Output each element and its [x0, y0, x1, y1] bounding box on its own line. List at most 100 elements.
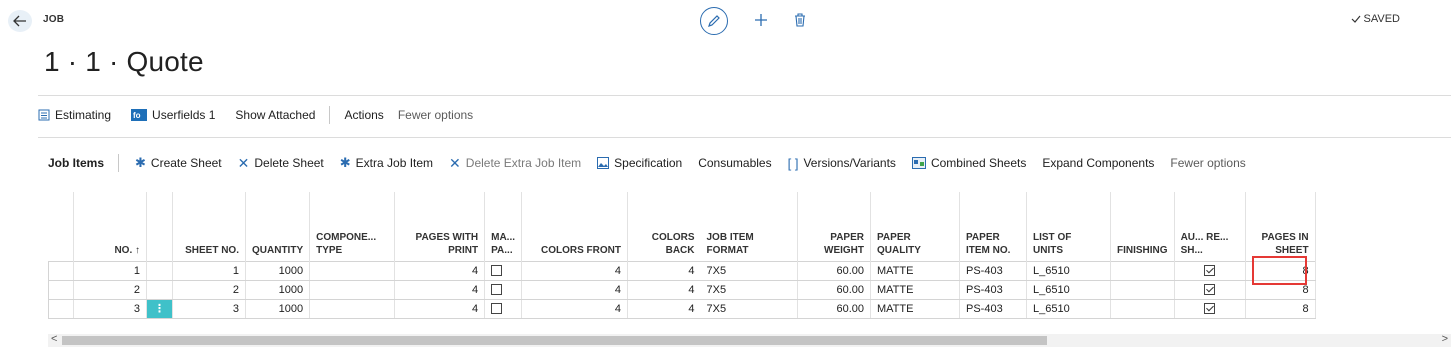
column-header-finishing[interactable]: FINISHING	[1110, 192, 1175, 261]
show-attached-button[interactable]: Show Attached	[225, 108, 325, 122]
cell-colors-back[interactable]: 4	[627, 260, 701, 281]
column-header-list-of-units[interactable]: LIST OF UNITS	[1026, 192, 1111, 261]
row-selector[interactable]	[48, 299, 74, 319]
column-header-pages-in-sheet[interactable]: PAGES IN SHEET	[1245, 192, 1316, 261]
scroll-left-icon[interactable]: <	[51, 333, 57, 345]
cell-quantity[interactable]: 1000	[245, 280, 311, 300]
column-header-sheet-no[interactable]: SHEET NO.	[172, 192, 246, 261]
cell-colors-front[interactable]: 4	[521, 299, 628, 319]
edit-button[interactable]	[700, 7, 728, 35]
cell-paper-weight[interactable]: 60.00	[797, 280, 871, 300]
cell-job-item-format[interactable]: 7X5	[700, 280, 798, 300]
manual-paper-checkbox[interactable]	[491, 265, 503, 277]
cell-manual-paper[interactable]	[484, 299, 522, 319]
column-header-quantity[interactable]: QUANTITY	[245, 192, 311, 261]
column-header-colors-front[interactable]: COLORS FRONT	[521, 192, 628, 261]
cell-pages-in-sheet[interactable]: 8	[1245, 299, 1316, 319]
fewer-options-button[interactable]: Fewer options	[1162, 156, 1253, 170]
cell-paper-weight[interactable]: 60.00	[797, 299, 871, 319]
scrollbar-thumb[interactable]	[62, 336, 1047, 345]
auto-re-sheet-checkbox[interactable]	[1204, 284, 1216, 296]
specification-button[interactable]: Specification	[589, 156, 690, 170]
column-header-component-type[interactable]: COMPONE... TYPE	[309, 192, 396, 261]
cell-component-type[interactable]	[309, 280, 396, 300]
expand-components-button[interactable]: Expand Components	[1034, 156, 1162, 170]
delete-extra-job-item-button[interactable]: ✕ Delete Extra Job Item	[441, 155, 589, 172]
extra-job-item-button[interactable]: ✱ Extra Job Item	[332, 155, 441, 171]
cell-quantity[interactable]: 1000	[245, 260, 311, 281]
cell-auto-re-sheet[interactable]	[1174, 299, 1246, 319]
cell-colors-front[interactable]: 4	[521, 260, 628, 281]
row-menu-button[interactable]: ⋮	[146, 299, 173, 319]
cell-sheet-no[interactable]: 2	[172, 280, 246, 300]
cell-finishing[interactable]	[1110, 280, 1175, 300]
table-row[interactable]: 3 ⋮ 3 1000 4 4 4 7X5 60.00 MATTE PS-403 …	[48, 299, 1316, 319]
cell-job-item-format[interactable]: 7X5	[700, 299, 798, 319]
new-button[interactable]	[754, 13, 768, 30]
manual-paper-checkbox[interactable]	[491, 284, 503, 296]
cell-finishing[interactable]	[1110, 299, 1175, 319]
cell-sheet-no[interactable]: 1	[172, 260, 246, 281]
create-sheet-button[interactable]: ✱ Create Sheet	[123, 155, 230, 171]
cell-list-of-units[interactable]: L_6510	[1026, 260, 1111, 281]
auto-re-sheet-checkbox[interactable]	[1204, 265, 1216, 277]
cell-sheet-no[interactable]: 3	[172, 299, 246, 319]
cell-colors-front[interactable]: 4	[521, 280, 628, 300]
cell-pages-with-print[interactable]: 4	[394, 260, 486, 281]
row-menu-cell[interactable]	[146, 260, 173, 281]
column-header-paper-quality[interactable]: PAPER QUALITY	[870, 192, 960, 261]
column-header-manual-paper[interactable]: MA... PA...	[484, 192, 522, 261]
table-row[interactable]: 1 1 1000 4 4 4 7X5 60.00 MATTE PS-403 L_…	[48, 260, 1316, 281]
cell-pages-with-print[interactable]: 4	[394, 299, 486, 319]
cell-paper-quality[interactable]: MATTE	[870, 280, 960, 300]
column-header-colors-back[interactable]: COLORS BACK	[628, 192, 701, 261]
auto-re-sheet-checkbox[interactable]	[1204, 303, 1216, 315]
cell-paper-quality[interactable]: MATTE	[870, 260, 960, 281]
cell-paper-weight[interactable]: 60.00	[797, 260, 871, 281]
column-header-paper-weight[interactable]: PAPER WEIGHT	[797, 192, 871, 261]
cell-manual-paper[interactable]	[484, 260, 522, 281]
cell-no[interactable]: 2	[73, 280, 147, 300]
cell-list-of-units[interactable]: L_6510	[1026, 299, 1111, 319]
cell-paper-item-no[interactable]: PS-403	[959, 260, 1027, 281]
cell-auto-re-sheet[interactable]	[1174, 280, 1246, 300]
column-header-paper-item-no[interactable]: PAPER ITEM NO.	[959, 192, 1027, 261]
row-menu-cell[interactable]	[146, 280, 173, 300]
cell-no[interactable]: 3	[73, 299, 147, 319]
scroll-right-icon[interactable]: >	[1442, 333, 1448, 345]
cell-list-of-units[interactable]: L_6510	[1026, 280, 1111, 300]
estimating-button[interactable]: Estimating	[38, 108, 121, 122]
fewer-options-button[interactable]: Fewer options	[394, 108, 483, 122]
userfields-button[interactable]: fo Userfields 1	[121, 108, 225, 122]
delete-sheet-button[interactable]: ✕ Delete Sheet	[230, 155, 332, 172]
cell-auto-re-sheet[interactable]	[1174, 260, 1246, 281]
cell-manual-paper[interactable]	[484, 280, 522, 300]
delete-button[interactable]	[794, 12, 806, 30]
cell-no[interactable]: 1	[73, 260, 147, 281]
column-header-no[interactable]: NO. ↑	[73, 192, 147, 261]
cell-colors-back[interactable]: 4	[627, 280, 701, 300]
manual-paper-checkbox[interactable]	[491, 303, 503, 315]
combined-sheets-button[interactable]: Combined Sheets	[904, 156, 1034, 170]
column-header-pages-with-print[interactable]: PAGES WITH PRINT	[394, 192, 486, 261]
actions-menu[interactable]: Actions	[334, 108, 393, 122]
versions-variants-button[interactable]: [ ] Versions/Variants	[780, 156, 904, 171]
consumables-button[interactable]: Consumables	[690, 156, 779, 170]
cell-component-type[interactable]	[309, 299, 396, 319]
table-row[interactable]: 2 2 1000 4 4 4 7X5 60.00 MATTE PS-403 L_…	[48, 280, 1316, 300]
cell-quantity[interactable]: 1000	[245, 299, 311, 319]
cell-paper-item-no[interactable]: PS-403	[959, 280, 1027, 300]
cell-job-item-format[interactable]: 7X5	[700, 260, 798, 281]
back-button[interactable]	[8, 10, 32, 32]
cell-pages-with-print[interactable]: 4	[394, 280, 486, 300]
row-selector[interactable]	[48, 260, 74, 281]
cell-colors-back[interactable]: 4	[627, 299, 701, 319]
column-header-job-item-format[interactable]: JOB ITEM FORMAT	[700, 192, 798, 261]
horizontal-scrollbar[interactable]: < >	[48, 333, 1451, 347]
cell-paper-item-no[interactable]: PS-403	[959, 299, 1027, 319]
cell-finishing[interactable]	[1110, 260, 1175, 281]
cell-component-type[interactable]	[309, 260, 396, 281]
cell-paper-quality[interactable]: MATTE	[870, 299, 960, 319]
row-selector[interactable]	[48, 280, 74, 300]
column-header-auto-re-sheet[interactable]: AU... RE... SH...	[1174, 192, 1246, 261]
